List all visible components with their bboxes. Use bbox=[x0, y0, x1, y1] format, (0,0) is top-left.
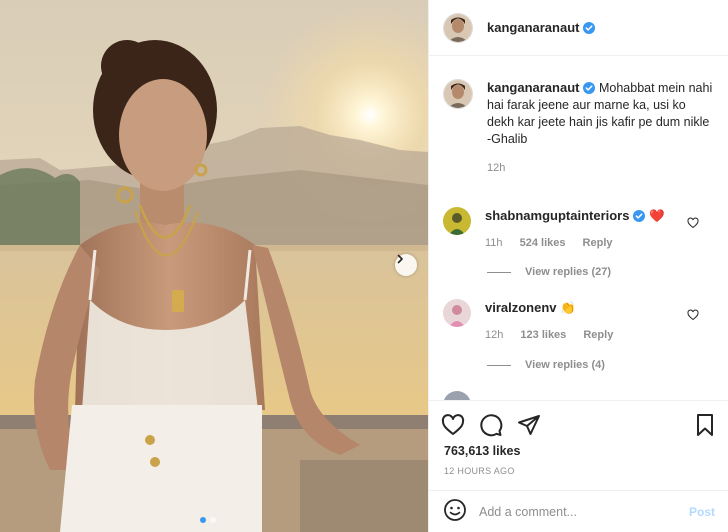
post-header: kanganaranaut bbox=[429, 0, 728, 56]
verified-badge-icon bbox=[633, 210, 646, 222]
carousel-dot bbox=[210, 517, 216, 523]
verified-badge-icon bbox=[583, 22, 596, 34]
caption-timestamp[interactable]: 12h bbox=[487, 160, 715, 177]
post-timestamp[interactable]: 12 HOURS AGO bbox=[444, 466, 515, 476]
bookmark-icon bbox=[697, 414, 713, 436]
commenter-avatar[interactable] bbox=[443, 299, 471, 327]
comment-composer: Post bbox=[429, 490, 728, 532]
view-replies-button[interactable]: View replies (27) bbox=[487, 266, 611, 278]
comment-item: viralzonenv 👏 12h 123 likes Reply bbox=[443, 299, 723, 341]
avatar-image bbox=[443, 299, 471, 327]
post-comment-button[interactable]: Post bbox=[689, 505, 715, 519]
divider bbox=[487, 271, 511, 273]
heart-icon bbox=[441, 414, 465, 435]
comment-button[interactable] bbox=[479, 413, 503, 440]
comment-like-button[interactable] bbox=[687, 217, 699, 232]
carousel-dot bbox=[200, 517, 206, 523]
comment-text: ❤️ bbox=[648, 209, 665, 223]
emoji-icon bbox=[444, 499, 466, 521]
like-count[interactable]: 763,613 likes bbox=[444, 444, 520, 458]
comment-like-button[interactable] bbox=[687, 309, 699, 324]
post-image bbox=[0, 0, 428, 532]
commenter-avatar[interactable] bbox=[443, 391, 471, 400]
comment-timestamp[interactable]: 12h bbox=[485, 329, 503, 341]
heart-icon bbox=[687, 217, 699, 229]
comment-timestamp[interactable]: 11h bbox=[485, 237, 503, 249]
view-replies-label: View replies (27) bbox=[525, 266, 612, 278]
commenter-avatar[interactable] bbox=[443, 207, 471, 235]
comment-icon bbox=[480, 414, 503, 437]
commenter-username[interactable]: viralzonenv bbox=[485, 300, 557, 315]
comment-like-count[interactable]: 524 likes bbox=[520, 237, 566, 249]
post-panel: kanganaranaut kanganaranaut Mohabbat mei… bbox=[428, 0, 728, 532]
caption: kanganaranaut Mohabbat mein nahi hai far… bbox=[443, 79, 723, 177]
author-avatar[interactable] bbox=[443, 79, 473, 109]
comment-input[interactable] bbox=[479, 504, 679, 519]
comment-like-count[interactable]: 123 likes bbox=[520, 329, 566, 341]
avatar-image bbox=[443, 207, 471, 235]
emoji-button[interactable] bbox=[443, 498, 467, 525]
divider bbox=[487, 364, 511, 366]
save-button[interactable] bbox=[693, 413, 717, 440]
like-button[interactable] bbox=[441, 413, 465, 440]
author-username[interactable]: kanganaranaut bbox=[487, 20, 596, 35]
comments-list[interactable]: kanganaranaut Mohabbat mein nahi hai far… bbox=[429, 57, 728, 400]
reply-button[interactable]: Reply bbox=[583, 237, 613, 249]
author-name[interactable]: kanganaranaut bbox=[487, 20, 579, 35]
post-photo[interactable] bbox=[0, 0, 428, 532]
reply-button[interactable]: Reply bbox=[583, 329, 613, 341]
chevron-right-icon bbox=[397, 254, 403, 264]
share-icon bbox=[518, 415, 540, 435]
carousel-next-button[interactable] bbox=[395, 254, 417, 276]
commenter-username[interactable]: shabnamguptainteriors bbox=[485, 208, 629, 223]
carousel-indicator bbox=[200, 517, 216, 523]
view-replies-button[interactable]: View replies (4) bbox=[487, 359, 605, 371]
post-actions: 763,613 likes 12 HOURS AGO bbox=[429, 400, 728, 490]
view-replies-label: View replies (4) bbox=[525, 359, 605, 371]
avatar-image bbox=[444, 13, 472, 42]
verified-badge-icon bbox=[583, 82, 596, 94]
heart-icon bbox=[687, 309, 699, 321]
comment-item: shabnamguptainteriors ❤️ 11h 524 likes R… bbox=[443, 207, 723, 249]
comment-text: 👏 bbox=[560, 301, 576, 315]
share-button[interactable] bbox=[517, 413, 541, 440]
author-avatar[interactable] bbox=[443, 12, 473, 43]
avatar-image bbox=[444, 80, 472, 108]
caption-author[interactable]: kanganaranaut bbox=[487, 80, 579, 95]
